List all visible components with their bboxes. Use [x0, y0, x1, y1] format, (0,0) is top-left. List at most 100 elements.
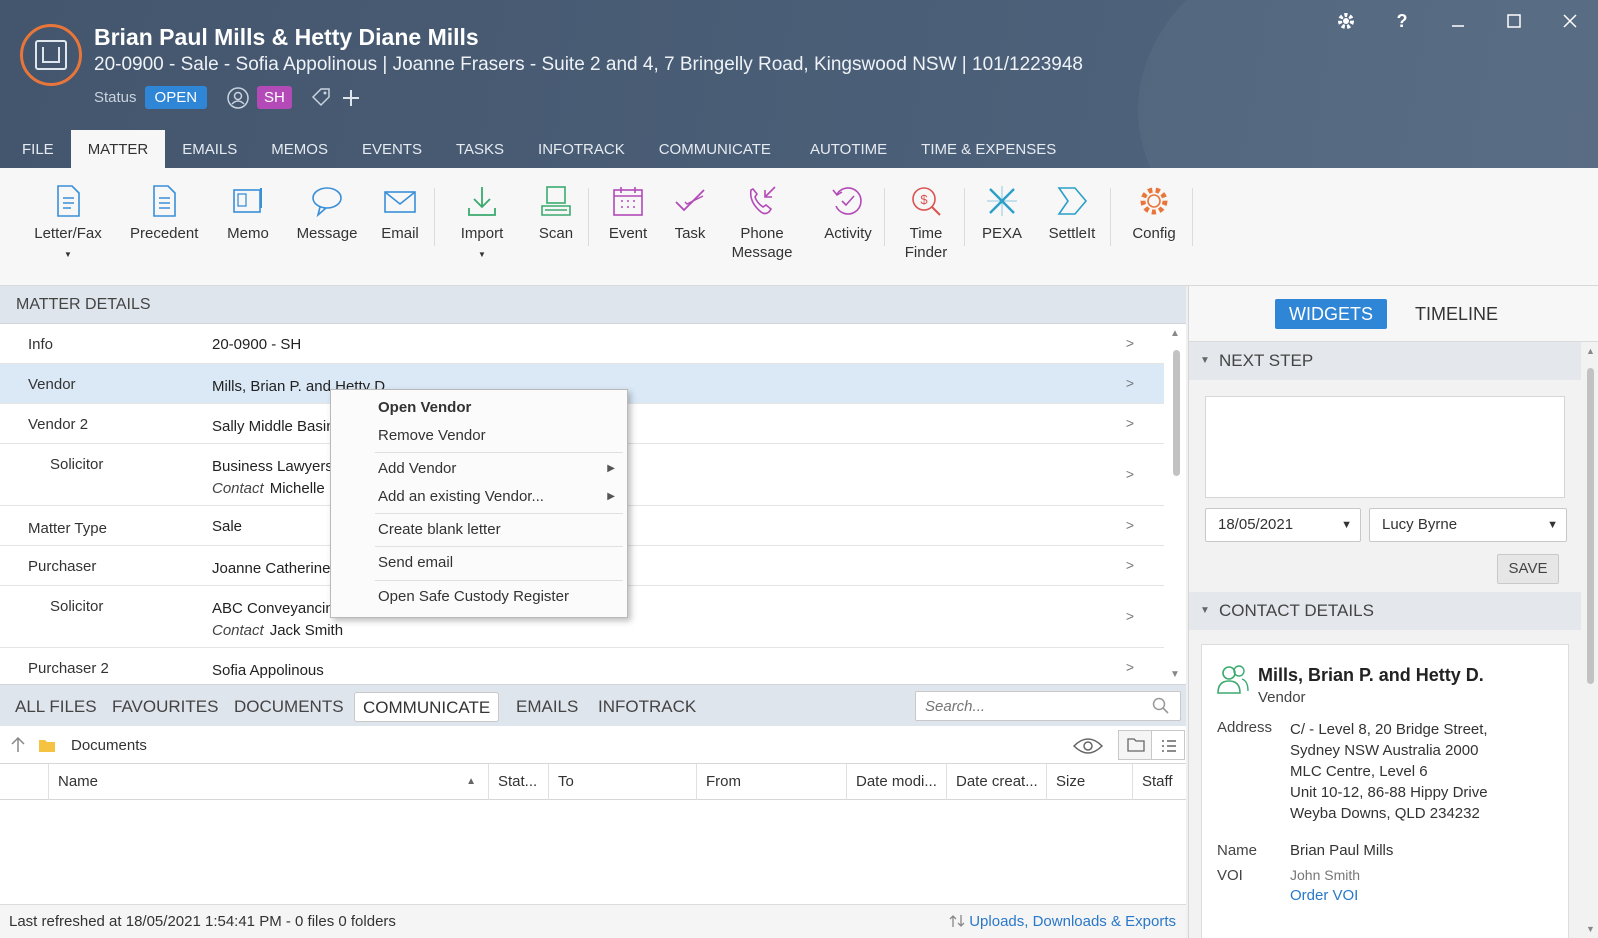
activity-button[interactable]: Activity: [818, 184, 878, 243]
message-button[interactable]: Message: [294, 184, 360, 243]
detail-row-purchaser-2[interactable]: Purchaser 2 Sofia Appolinous >: [0, 648, 1164, 684]
collapse-triangle-icon: ▼: [1200, 605, 1210, 616]
column-date-created[interactable]: Date creat...: [946, 764, 1046, 800]
status-badge[interactable]: OPEN: [144, 86, 208, 109]
tab-memos[interactable]: MEMOS: [254, 130, 345, 168]
detail-row-info[interactable]: Info 20-0900 - SH >: [0, 324, 1164, 364]
next-step-textarea[interactable]: [1205, 396, 1565, 498]
uploads-link[interactable]: Uploads, Downloads & Exports: [949, 905, 1176, 938]
staff-badge[interactable]: SH: [257, 86, 292, 109]
scroll-up-icon[interactable]: ▲: [1586, 346, 1595, 356]
menu-item-add-existing-vendor[interactable]: Add an existing Vendor...: [378, 488, 544, 505]
folder-view-button[interactable]: [1118, 730, 1152, 760]
tab-documents[interactable]: DOCUMENTS: [226, 692, 352, 722]
next-step-section-header[interactable]: ▼ NEXT STEP: [1189, 342, 1581, 380]
menu-item-open-vendor[interactable]: Open Vendor: [378, 399, 471, 416]
tab-time-expenses[interactable]: TIME & EXPENSES: [904, 130, 1073, 168]
details-scrollbar[interactable]: ▲ ▼: [1168, 328, 1184, 680]
import-button[interactable]: Import ▼: [454, 184, 510, 264]
menu-item-send-email[interactable]: Send email: [378, 554, 453, 571]
settings-gear-icon[interactable]: [1318, 6, 1374, 36]
phone-message-button[interactable]: Phone Message: [730, 184, 794, 262]
tab-infotrack[interactable]: INFOTRACK: [521, 130, 642, 168]
panel-scrollbar[interactable]: ▲ ▼: [1581, 342, 1598, 938]
current-path[interactable]: Documents: [71, 737, 147, 754]
chevron-right-icon: >: [1125, 335, 1134, 351]
column-size[interactable]: Size: [1046, 764, 1132, 800]
menu-separator: [375, 546, 623, 547]
tab-emails-files[interactable]: EMAILS: [508, 692, 586, 722]
close-icon[interactable]: [1542, 6, 1598, 36]
tag-icon[interactable]: [310, 87, 332, 109]
tab-communicate[interactable]: COMMUNICATE: [642, 130, 788, 168]
detail-key: Solicitor: [50, 456, 104, 473]
tab-events[interactable]: EVENTS: [345, 130, 439, 168]
config-button[interactable]: Config: [1128, 184, 1180, 243]
menu-item-add-vendor[interactable]: Add Vendor: [378, 460, 456, 477]
save-button[interactable]: SAVE: [1497, 554, 1559, 584]
column-staff[interactable]: Staff: [1132, 764, 1186, 800]
tab-infotrack-files[interactable]: INFOTRACK: [590, 692, 704, 722]
eye-icon[interactable]: [1072, 736, 1104, 756]
chevron-right-icon: >: [1125, 517, 1134, 533]
assignee-dropdown[interactable]: Lucy Byrne ▼: [1369, 508, 1567, 542]
help-icon[interactable]: ?: [1374, 6, 1430, 36]
precedent-button[interactable]: Precedent: [130, 184, 198, 243]
tab-communicate-files[interactable]: COMMUNICATE: [354, 692, 500, 722]
chevron-down-icon: ▼: [1547, 519, 1558, 531]
speech-bubble-icon: [312, 187, 342, 218]
minimize-icon[interactable]: [1430, 6, 1486, 36]
letter-fax-button[interactable]: Letter/Fax ▼: [34, 184, 102, 264]
order-voi-link[interactable]: Order VOI: [1290, 885, 1358, 906]
email-button[interactable]: Email: [376, 184, 424, 243]
memo-button[interactable]: Memo: [222, 184, 274, 243]
tab-widgets[interactable]: WIDGETS: [1275, 299, 1387, 329]
task-button[interactable]: Task: [670, 184, 710, 243]
search-input[interactable]: [916, 692, 1136, 720]
tab-file[interactable]: FILE: [0, 130, 71, 168]
list-view-button[interactable]: [1151, 730, 1185, 760]
column-from[interactable]: From: [696, 764, 846, 800]
arrow-up-icon[interactable]: [10, 736, 26, 754]
menu-item-create-blank-letter[interactable]: Create blank letter: [378, 521, 501, 538]
time-finder-button[interactable]: $ Time Finder: [902, 184, 950, 262]
tab-tasks[interactable]: TASKS: [439, 130, 521, 168]
event-button[interactable]: Event: [604, 184, 652, 243]
column-to[interactable]: To: [548, 764, 696, 800]
path-bar: Documents: [0, 726, 1186, 764]
tab-favourites[interactable]: FAVOURITES: [104, 692, 226, 722]
chevron-down-icon: ▼: [1341, 519, 1352, 531]
search-icon[interactable]: [1152, 697, 1170, 715]
tab-matter[interactable]: MATTER: [70, 130, 166, 168]
person-icon[interactable]: [227, 86, 249, 109]
tab-autotime[interactable]: AUTOTIME: [788, 130, 904, 168]
precedent-icon: [153, 185, 176, 217]
menu-item-remove-vendor[interactable]: Remove Vendor: [378, 427, 486, 444]
settleit-button[interactable]: SettleIt: [1044, 184, 1100, 243]
file-list[interactable]: [0, 800, 1186, 904]
contact-details-section-header[interactable]: ▼ CONTACT DETAILS: [1189, 592, 1581, 630]
scroll-down-icon[interactable]: ▼: [1170, 669, 1180, 680]
column-date-modified[interactable]: Date modi...: [846, 764, 946, 800]
column-name[interactable]: Name ▲: [48, 764, 488, 800]
scan-button[interactable]: Scan: [534, 184, 578, 243]
status-row: Status OPEN SH: [94, 86, 362, 109]
tab-all-files[interactable]: ALL FILES: [7, 692, 105, 722]
column-status[interactable]: Stat...: [488, 764, 548, 800]
detail-key: Purchaser 2: [28, 660, 109, 677]
add-icon[interactable]: [340, 87, 362, 109]
scroll-down-icon[interactable]: ▼: [1586, 924, 1595, 934]
scroll-thumb[interactable]: [1173, 350, 1180, 476]
tab-emails[interactable]: EMAILS: [165, 130, 254, 168]
gear-icon: [1140, 187, 1168, 215]
pexa-button[interactable]: PEXA: [980, 184, 1024, 243]
scroll-up-icon[interactable]: ▲: [1170, 328, 1180, 339]
letter-icon: [57, 185, 80, 217]
contact-name[interactable]: Mills, Brian P. and Hetty D.: [1258, 665, 1484, 686]
next-step-date-dropdown[interactable]: 18/05/2021 ▼: [1205, 508, 1361, 542]
menu-item-open-safe-custody[interactable]: Open Safe Custody Register: [378, 588, 569, 605]
tab-timeline[interactable]: TIMELINE: [1415, 299, 1498, 329]
scroll-thumb[interactable]: [1587, 368, 1594, 684]
svg-text:$: $: [920, 192, 928, 207]
maximize-icon[interactable]: [1486, 6, 1542, 36]
